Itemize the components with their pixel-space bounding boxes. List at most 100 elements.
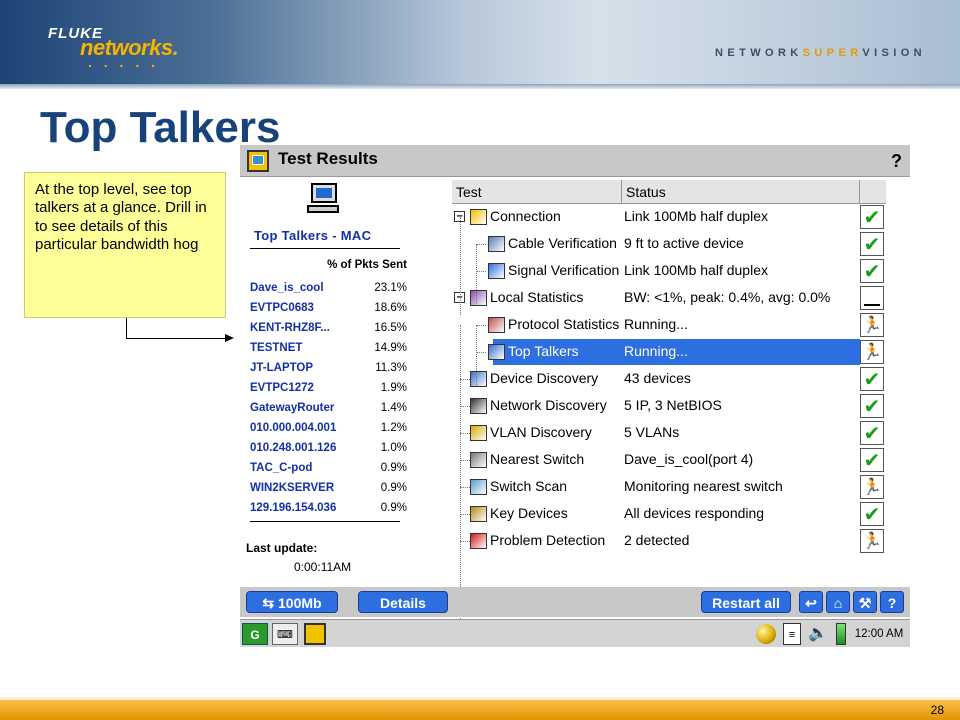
page-number: 28	[930, 703, 944, 717]
connection-icon	[470, 209, 487, 225]
talker-pct: 18.6%	[374, 302, 407, 314]
tree-connector	[460, 406, 470, 407]
talker-pct: 11.3%	[375, 362, 407, 374]
tools-icon[interactable]: ⚒	[853, 591, 877, 613]
status-light-icon	[756, 624, 776, 644]
tree-connector	[476, 325, 486, 326]
col-header-test[interactable]: Test	[456, 184, 482, 200]
test-status: 43 devices	[624, 370, 691, 386]
talker-row[interactable]: EVTPC0683 18.6%	[250, 302, 407, 322]
talker-row[interactable]: KENT-RHZ8F... 16.5%	[250, 322, 407, 342]
column-separator[interactable]	[859, 180, 860, 204]
talker-pct: 0.9%	[380, 482, 407, 494]
test-name: Signal Verification	[508, 262, 620, 278]
speaker-icon[interactable]: 🔈	[806, 623, 830, 645]
table-row[interactable]: Top Talkers Running... 🏃	[452, 339, 886, 366]
table-row[interactable]: Device Discovery 43 devices ✔	[452, 366, 886, 393]
fluke-networks-logo: FLUKE networks. . . . . .	[48, 25, 218, 70]
table-row[interactable]: Signal Verification Link 100Mb half duple…	[452, 258, 886, 285]
problem-icon	[470, 533, 487, 549]
table-row[interactable]: − Local Statistics BW: <1%, peak: 0.4%, av…	[452, 285, 886, 312]
column-separator[interactable]	[621, 180, 622, 204]
help-button-icon[interactable]: ?	[880, 591, 904, 613]
test-name: VLAN Discovery	[490, 424, 592, 440]
test-status: Dave_is_cool(port 4)	[624, 451, 754, 467]
talker-row[interactable]: WIN2KSERVER 0.9%	[250, 482, 407, 502]
test-status: 5 IP, 3 NetBIOS	[624, 397, 722, 413]
test-name: Problem Detection	[490, 532, 606, 548]
speed-button[interactable]: ⇆ 100Mb	[246, 591, 338, 613]
running-icon: 🏃	[860, 340, 884, 364]
callout-note: At the top level, see top talkers at a g…	[24, 172, 226, 318]
talker-pct: 1.9%	[380, 382, 407, 394]
tagline-super: SUPER	[802, 47, 863, 59]
speed-label: 100Mb	[278, 595, 322, 611]
talker-row[interactable]: GatewayRouter 1.4%	[250, 402, 407, 422]
talker-pct: 16.5%	[374, 322, 407, 334]
pass-check-icon: ✔	[860, 205, 884, 229]
computer-icon	[470, 371, 487, 387]
help-icon[interactable]: ?	[891, 151, 902, 172]
pass-check-icon: ✔	[860, 367, 884, 391]
tagline-network: NETWORK	[715, 47, 803, 59]
test-status: 5 VLANs	[624, 424, 680, 440]
talker-row[interactable]: 010.248.001.126 1.0%	[250, 442, 407, 462]
talker-name: 010.248.001.126	[250, 442, 337, 454]
talker-name: EVTPC1272	[250, 382, 314, 394]
details-button[interactable]: Details	[358, 591, 448, 613]
test-name: Network Discovery	[490, 397, 607, 413]
test-status: Running...	[624, 343, 688, 359]
test-results-task-icon[interactable]	[304, 623, 326, 645]
clipboard-icon[interactable]: ≡	[783, 623, 801, 645]
table-row[interactable]: − Connection Link 100Mb half duplex ✔	[452, 204, 886, 231]
table-row[interactable]: VLAN Discovery 5 VLANs ✔	[452, 420, 886, 447]
table-row[interactable]: Problem Detection 2 detected 🏃	[452, 528, 886, 555]
last-update-label: Last update:	[246, 541, 318, 555]
home-icon[interactable]: ⌂	[826, 591, 850, 613]
connector-line	[126, 318, 127, 338]
table-row[interactable]: Key Devices All devices responding ✔	[452, 501, 886, 528]
table-row[interactable]: Protocol Statistics Running... 🏃	[452, 312, 886, 339]
talker-pct: 1.4%	[380, 402, 407, 414]
talker-row[interactable]: 010.000.004.001 1.2%	[250, 422, 407, 442]
test-name: Connection	[490, 208, 561, 224]
table-row[interactable]: Cable Verification 9 ft to active device ✔	[452, 231, 886, 258]
table-row[interactable]: Network Discovery 5 IP, 3 NetBIOS ✔	[452, 393, 886, 420]
pending-icon	[860, 286, 884, 310]
test-status: 9 ft to active device	[624, 235, 744, 251]
test-status: Link 100Mb half duplex	[624, 208, 768, 224]
tree-connector	[460, 541, 470, 542]
table-row[interactable]: Nearest Switch Dave_is_cool(port 4) ✔	[452, 447, 886, 474]
talker-row[interactable]: TESTNET 14.9%	[250, 342, 407, 362]
restart-all-button[interactable]: Restart all	[701, 591, 791, 613]
logo-dots: . . . . .	[88, 54, 160, 70]
table-row[interactable]: Switch Scan Monitoring nearest switch 🏃	[452, 474, 886, 501]
clock: 12:00 AM	[854, 628, 904, 640]
tree-connector	[460, 433, 470, 434]
talker-row[interactable]: TAC_C-pod 0.9%	[250, 462, 407, 482]
test-results-window: Test Results ? Top Talkers - MAC % of Pk…	[240, 145, 910, 647]
keyboard-icon[interactable]: ⌨	[272, 623, 298, 645]
talker-row[interactable]: EVTPC1272 1.9%	[250, 382, 407, 402]
footer-bar	[0, 700, 960, 720]
col-header-status[interactable]: Status	[626, 184, 666, 200]
talker-row[interactable]: Dave_is_cool 23.1%	[250, 282, 407, 302]
test-name: Protocol Statistics	[508, 316, 620, 332]
start-icon[interactable]: G	[242, 623, 268, 645]
pass-check-icon: ✔	[860, 448, 884, 472]
talker-name: 129.196.154.036	[250, 502, 337, 514]
last-update-value: 0:00:11AM	[294, 560, 352, 574]
divider	[250, 521, 400, 522]
talker-name: WIN2KSERVER	[250, 482, 335, 494]
talker-name: GatewayRouter	[250, 402, 335, 414]
tree-connector	[460, 460, 470, 461]
test-status: Monitoring nearest switch	[624, 478, 783, 494]
talker-row[interactable]: JT-LAPTOP 11.3%	[250, 362, 407, 382]
key-icon	[470, 506, 487, 522]
talker-row[interactable]: 129.196.154.036 0.9%	[250, 502, 407, 522]
back-icon[interactable]: ↩	[799, 591, 823, 613]
test-name: Key Devices	[490, 505, 568, 521]
talker-name: TESTNET	[250, 342, 303, 354]
tree-connector	[460, 379, 470, 380]
test-name: Switch Scan	[490, 478, 568, 494]
